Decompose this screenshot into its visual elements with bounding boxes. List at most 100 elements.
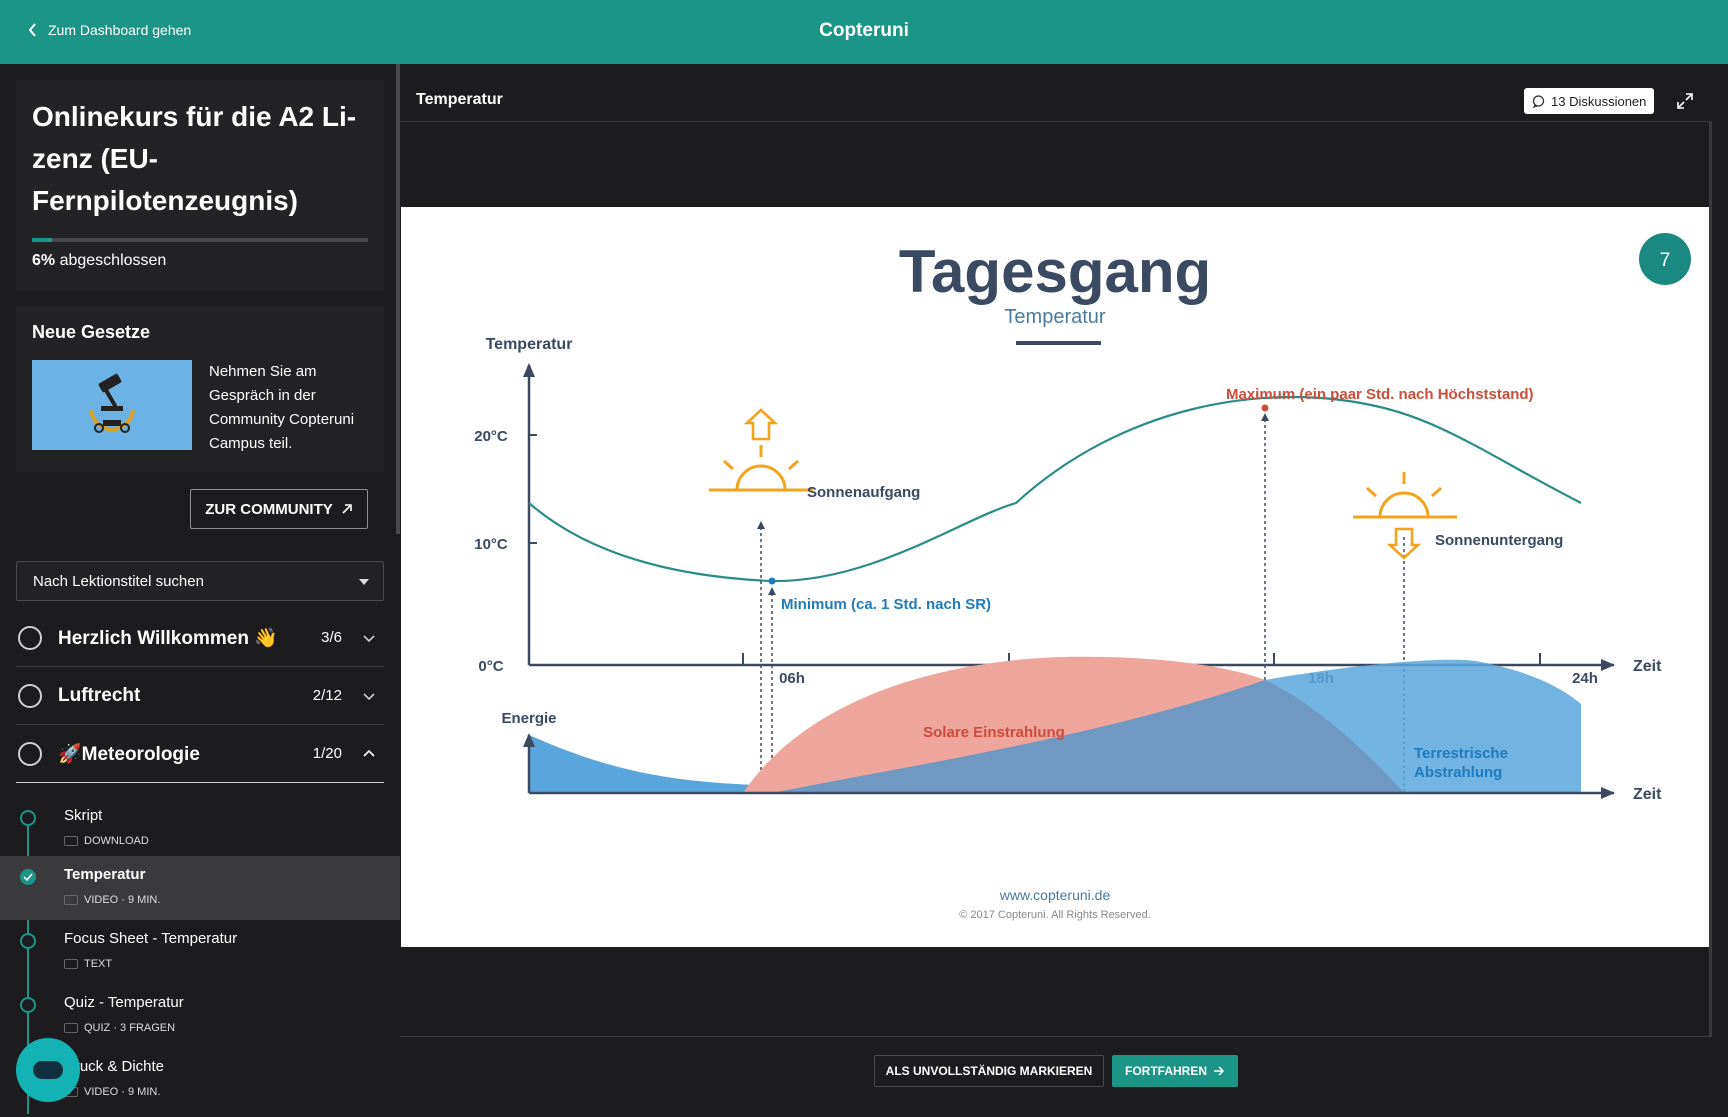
slide-title: Tagesgang: [899, 238, 1211, 305]
discussions-button[interactable]: 13 Diskussionen: [1524, 88, 1655, 114]
section-count: 3/6: [321, 629, 342, 646]
chevron-up-icon: [363, 749, 375, 757]
sunrise-icon: [709, 408, 813, 492]
course-progress-fill: [32, 238, 53, 242]
brand-title: Copteruni: [819, 20, 909, 41]
x-axis-label: Zeit: [1633, 658, 1662, 675]
search-placeholder: Nach Lektionstitel suchen: [33, 573, 204, 590]
x-tick-label: 06h: [779, 670, 805, 687]
chevron-down-icon: [363, 634, 375, 642]
lesson-meta: DOWNLOAD: [64, 835, 149, 847]
arrow-up-icon: [768, 587, 776, 595]
lesson-item[interactable]: Skript DOWNLOAD: [0, 797, 400, 861]
lesson-title: Skript: [64, 807, 103, 824]
lesson-search-select[interactable]: Nach Lektionstitel suchen: [16, 561, 384, 601]
section-count: 1/20: [312, 745, 342, 762]
lesson-item[interactable]: Quiz - Temperatur QUIZ · 3 FRAGEN: [0, 984, 400, 1048]
cloud-download-icon: [64, 836, 78, 846]
lesson-meta: QUIZ · 3 FRAGEN: [64, 1022, 175, 1034]
section-status-circle: [18, 683, 42, 708]
back-label: Zum Dashboard gehen: [48, 22, 192, 38]
lesson-header: Temperatur 13 Diskussionen: [400, 80, 1712, 122]
lesson-meta-text: VIDEO · 9 MIN.: [84, 1086, 161, 1098]
y-tick-label: 0°C: [478, 658, 503, 675]
section-count: 2/12: [312, 687, 342, 704]
news-image: [32, 360, 192, 450]
slide-copyright: © 2017 Copteruni. All Rights Reserved.: [959, 909, 1151, 921]
lesson-check-icon: [20, 869, 36, 885]
y-axis-arrow: [523, 363, 535, 377]
chevron-down-icon: [363, 692, 375, 700]
continue-button[interactable]: FORTFAHREN: [1112, 1055, 1238, 1087]
course-title: Onlinekurs für die A2 Li-zenz (EU-Fernpi…: [32, 101, 357, 216]
lesson-meta: VIDEO · 9 MIN.: [64, 1086, 160, 1098]
energy-x-label: Zeit: [1633, 786, 1662, 803]
section-title: Luftrecht: [58, 684, 141, 706]
section-status-circle: [18, 625, 42, 650]
lesson-meta-text: TEXT: [84, 958, 113, 970]
text-document-icon: [64, 959, 78, 969]
chat-support-button[interactable]: [16, 1038, 80, 1102]
maximum-label: Maximum (ein paar Std. nach Höchststand): [1226, 386, 1534, 403]
video-slide[interactable]: Tagesgang Temperatur 7 Temperatur Zeit 2…: [401, 207, 1709, 947]
mark-incomplete-label: ALS UNVOLLSTÄNDIG MARKIEREN: [885, 1064, 1093, 1078]
slide-url: www.copteruni.de: [999, 887, 1111, 903]
content-scrollbar[interactable]: [1709, 122, 1712, 1036]
slide-subtitle: Temperatur: [1004, 306, 1105, 328]
lesson-title: Quiz - Temperatur: [64, 994, 184, 1011]
section-status-circle: [18, 741, 42, 766]
sunset-label: Sonnenuntergang: [1435, 532, 1563, 549]
section-title: Herzlich Willkommen 👋: [58, 627, 278, 649]
energy-x-arrow: [1601, 787, 1615, 799]
lesson-footer: ALS UNVOLLSTÄNDIG MARKIEREN FORTFAHREN: [400, 1036, 1712, 1103]
title-underline: [1016, 341, 1101, 345]
video-icon: [64, 895, 78, 905]
y-tick-label: 10°C: [474, 536, 508, 553]
terrestrial-label-1: Terrestrische: [1414, 745, 1508, 762]
discussions-label: 13 Diskussionen: [1551, 93, 1647, 109]
continue-label: FORTFAHREN: [1125, 1064, 1207, 1078]
lesson-item[interactable]: Focus Sheet - Temperatur TEXT: [0, 920, 400, 984]
community-button[interactable]: ZUR COMMUNITY: [190, 489, 368, 529]
course-progress-bar: [32, 238, 368, 242]
lesson-status-dot: [20, 810, 36, 826]
gavel-drone-icon: [89, 373, 135, 433]
news-title: Neue Gesetze: [32, 322, 151, 342]
news-text: Nehmen Sie am Gespräch in der Community …: [209, 363, 355, 452]
lesson-meta-text: VIDEO · 9 MIN.: [84, 894, 161, 906]
arrow-right-icon: [1214, 1066, 1225, 1076]
section-meteorologie[interactable]: 🚀Meteorologie 1/20: [16, 725, 384, 783]
chat-icon: [33, 1061, 63, 1079]
community-button-label: ZUR COMMUNITY: [205, 500, 333, 518]
progress-value: 6%: [32, 252, 56, 269]
lesson-status-dot: [20, 933, 36, 949]
terrestrial-area-left: [529, 735, 772, 793]
mark-incomplete-button[interactable]: ALS UNVOLLSTÄNDIG MARKIEREN: [874, 1055, 1104, 1087]
x-axis-arrow: [1601, 659, 1615, 671]
expand-icon[interactable]: [1676, 92, 1694, 110]
temperature-curve: [528, 396, 1582, 583]
section-luftrecht[interactable]: Luftrecht 2/12: [16, 667, 384, 725]
section-title: 🚀Meteorologie: [58, 743, 200, 765]
lesson-status-dot: [20, 997, 36, 1013]
chat-bubble-icon: [1532, 94, 1545, 108]
x-tick-label: 24h: [1572, 670, 1598, 687]
lesson-meta-text: QUIZ · 3 FRAGEN: [84, 1022, 176, 1034]
progress-label: abgeschlossen: [59, 252, 167, 269]
section-welcome[interactable]: Herzlich Willkommen 👋 3/6: [16, 609, 384, 667]
top-bar: Zum Dashboard gehen Copteruni: [0, 0, 1728, 64]
tagesgang-diagram: Tagesgang Temperatur 7 Temperatur Zeit 2…: [474, 233, 1691, 921]
lesson-item-active[interactable]: Temperatur VIDEO · 9 MIN.: [0, 856, 400, 920]
maximum-point: [1261, 404, 1269, 412]
lesson-meta: VIDEO · 9 MIN.: [64, 894, 160, 906]
arrow-up-icon: [1261, 413, 1269, 421]
minimum-label: Minimum (ca. 1 Std. nach SR): [781, 596, 991, 613]
y-tick-label: 20°C: [474, 428, 508, 445]
lesson-title: Focus Sheet - Temperatur: [64, 930, 238, 947]
back-to-dashboard-link[interactable]: Zum Dashboard gehen: [28, 22, 191, 38]
lesson-meta-text: DOWNLOAD: [84, 835, 149, 847]
lesson-meta: TEXT: [64, 958, 112, 970]
caret-down-icon: [359, 579, 369, 585]
terrestrial-label-2: Abstrahlung: [1414, 764, 1502, 781]
course-card: Onlinekurs für die A2 Li-zenz (EU-Fernpi…: [16, 80, 384, 290]
